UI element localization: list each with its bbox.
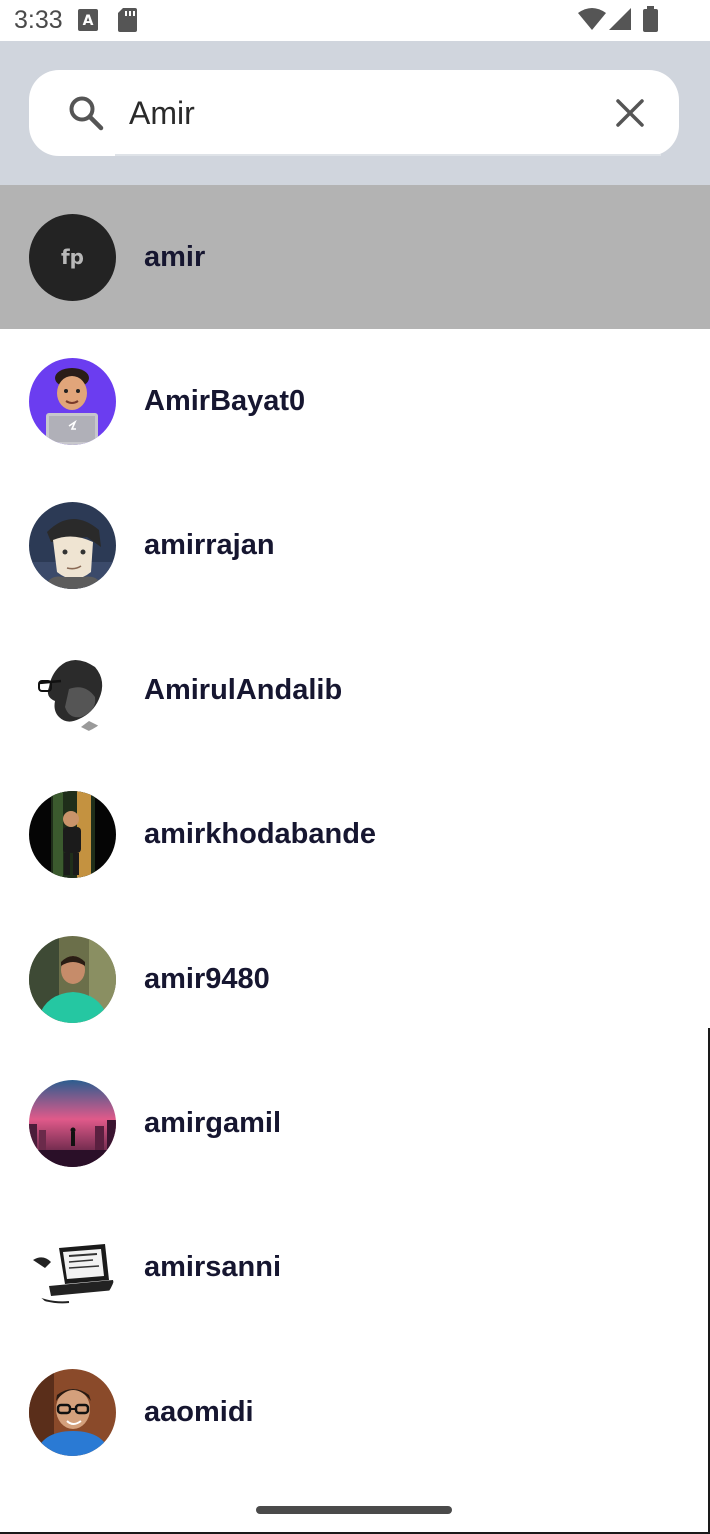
list-item[interactable]: amirgamil [0,1051,710,1195]
list-item[interactable]: AmirBayat0 [0,329,710,473]
search-header [0,41,710,185]
username: AmirulAndalib [144,673,343,706]
list-item[interactable]: AmirulAndalib [0,618,710,762]
memoji-laptop-avatar [29,358,116,446]
list-item[interactable]: aaomidi [0,1340,710,1484]
laptop-sketch-avatar [29,1224,116,1312]
search-box[interactable] [29,70,679,156]
username: amir9480 [144,962,270,995]
username: amirsanni [144,1251,281,1284]
search-icon [67,94,105,132]
sd-card-icon [118,8,137,37]
green-hoodie-avatar [29,935,116,1023]
username: amirkhodabande [144,818,377,851]
svg-text:fp: fp [61,245,84,269]
glasses-portrait-avatar [29,1368,116,1456]
username: amirgamil [144,1107,281,1140]
battery-icon [643,6,658,37]
username: AmirBayat0 [144,385,306,418]
search-input[interactable] [129,88,579,138]
illustrated-face-avatar [29,502,116,590]
list-item[interactable]: amirkhodabande [0,763,710,907]
cell-signal-icon [609,8,631,35]
search-underline [115,154,661,156]
username: amirrajan [144,529,275,562]
close-icon[interactable] [611,94,649,132]
fp-logo-avatar: fp [29,213,116,301]
forest-photo-avatar [29,791,116,879]
list-item[interactable]: fp amir [0,185,710,330]
result-list: fp amir AmirBayat0 amirrajan AmirulAndal… [0,185,710,1485]
list-item[interactable]: amirsanni [0,1196,710,1340]
username: amir [144,240,206,273]
status-time: 3:33 [14,6,63,34]
neon-city-avatar [29,1080,116,1168]
list-item[interactable]: amir9480 [0,907,710,1051]
status-bar: 3:33 A [0,0,710,41]
svg-text:A: A [83,13,94,29]
wifi-icon [578,8,606,35]
screen: 3:33 A Amir fp amir AmirBayat0 amirrajan… [0,0,710,1534]
home-indicator[interactable] [256,1506,452,1514]
bw-profile-avatar [29,646,116,734]
username: aaomidi [144,1395,254,1428]
text-notification-icon: A [78,9,98,36]
list-item[interactable]: amirrajan [0,474,710,618]
